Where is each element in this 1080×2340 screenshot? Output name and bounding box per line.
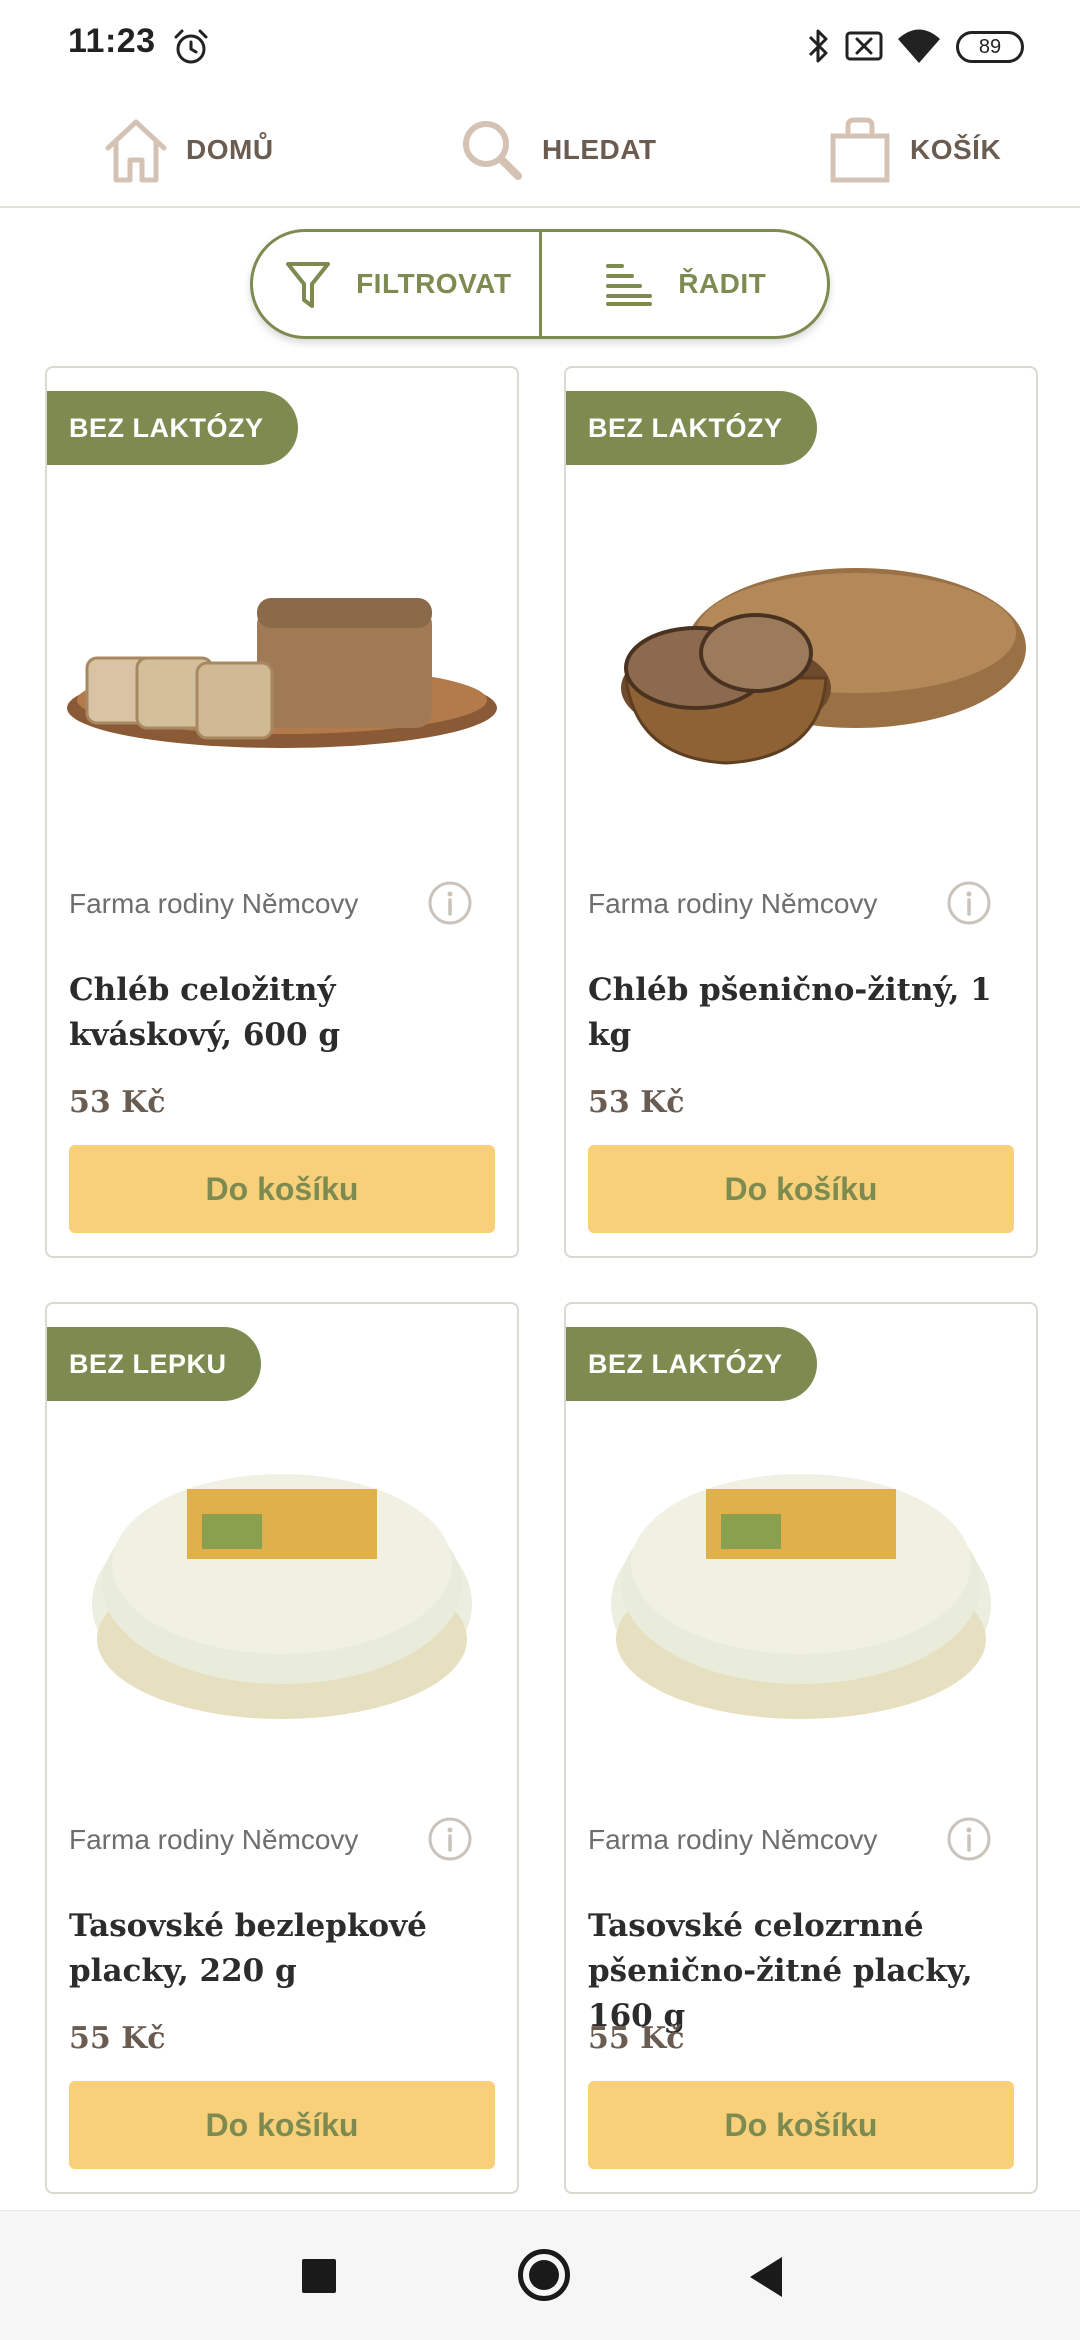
product-image [611,1474,991,1719]
home-button[interactable] [518,2249,570,2301]
product-card[interactable]: BEZ LEPKU Farma rodiny Němcovy Tasovské … [45,1302,519,2194]
product-price: 53 Kč [69,1085,166,1120]
home-button-dot [529,2260,559,2290]
system-nav-bar [0,2210,1080,2340]
nav-search-label: HLEDAT [542,134,657,165]
info-icon[interactable] [427,1816,473,1862]
product-producer: Farma rodiny Němcovy [588,888,878,919]
info-icon[interactable] [946,880,992,926]
product-badge: BEZ LAKTÓZY [566,391,817,465]
sort-label: ŘADIT [678,268,767,299]
sort-button[interactable]: ŘADIT [542,232,828,336]
filter-icon [286,262,331,308]
shopping-bag-icon [830,117,890,183]
product-image [67,598,497,748]
bluetooth-icon [808,29,828,63]
product-title[interactable]: Chléb celožitný kváskový, 600 g [69,968,497,1058]
nav-cart-label: KOŠÍK [910,134,1002,165]
product-badge: BEZ LAKTÓZY [47,391,298,465]
add-to-cart-button[interactable]: Do košíku [69,2081,495,2169]
product-producer: Farma rodiny Němcovy [69,1824,359,1855]
info-icon[interactable] [946,1816,992,1862]
nav-home[interactable]: DOMŮ [100,110,274,190]
no-sim-icon [845,31,883,61]
alarm-icon [174,29,208,64]
product-card[interactable]: BEZ LAKTÓZY Farma rodiny Němcovy Chléb c… [45,366,519,1258]
nav-search[interactable]: HLEDAT [456,110,656,190]
add-to-cart-button[interactable]: Do košíku [588,2081,1014,2169]
product-price: 55 Kč [588,2021,685,2056]
battery-icon: 89 [956,31,1024,63]
recent-apps-button[interactable] [302,2259,336,2293]
info-icon[interactable] [427,880,473,926]
product-price: 53 Kč [588,1085,685,1120]
wifi-icon [898,29,940,63]
status-time: 11:23 [68,22,156,60]
product-title[interactable]: Tasovské bezlepkové placky, 220 g [69,1904,497,1994]
product-badge: BEZ LAKTÓZY [566,1327,817,1401]
filter-sort-bar: FILTROVAT ŘADIT [250,229,830,339]
product-title[interactable]: Tasovské celozrnné pšenično-žitné placky… [588,1904,1016,2039]
search-icon [463,121,522,180]
filter-label: FILTROVAT [356,268,512,299]
add-to-cart-button[interactable]: Do košíku [588,1145,1014,1233]
battery-level: 89 [978,36,1002,58]
nav-cart[interactable]: KOŠÍK [824,110,1001,190]
back-button[interactable] [746,2255,786,2299]
product-producer: Farma rodiny Němcovy [69,888,359,919]
product-card[interactable]: BEZ LAKTÓZY Farma rodiny Němcovy Chléb p… [564,366,1038,1258]
product-card[interactable]: BEZ LAKTÓZY Farma rodiny Němcovy Tasovsk… [564,1302,1038,2194]
product-image [621,568,1026,765]
filter-button[interactable]: FILTROVAT [253,232,539,336]
status-bar: 11:23 89 [0,0,1080,90]
home-icon [105,119,167,183]
product-badge: BEZ LEPKU [47,1327,261,1401]
product-title[interactable]: Chléb pšenično-žitný, 1 kg [588,968,1016,1058]
add-to-cart-button[interactable]: Do košíku [69,1145,495,1233]
sort-icon [606,264,653,306]
top-nav: DOMŮ HLEDAT KOŠÍK [0,100,1080,208]
product-price: 55 Kč [69,2021,166,2056]
product-producer: Farma rodiny Němcovy [588,1824,878,1855]
nav-home-label: DOMŮ [186,134,274,165]
product-image [92,1474,472,1719]
